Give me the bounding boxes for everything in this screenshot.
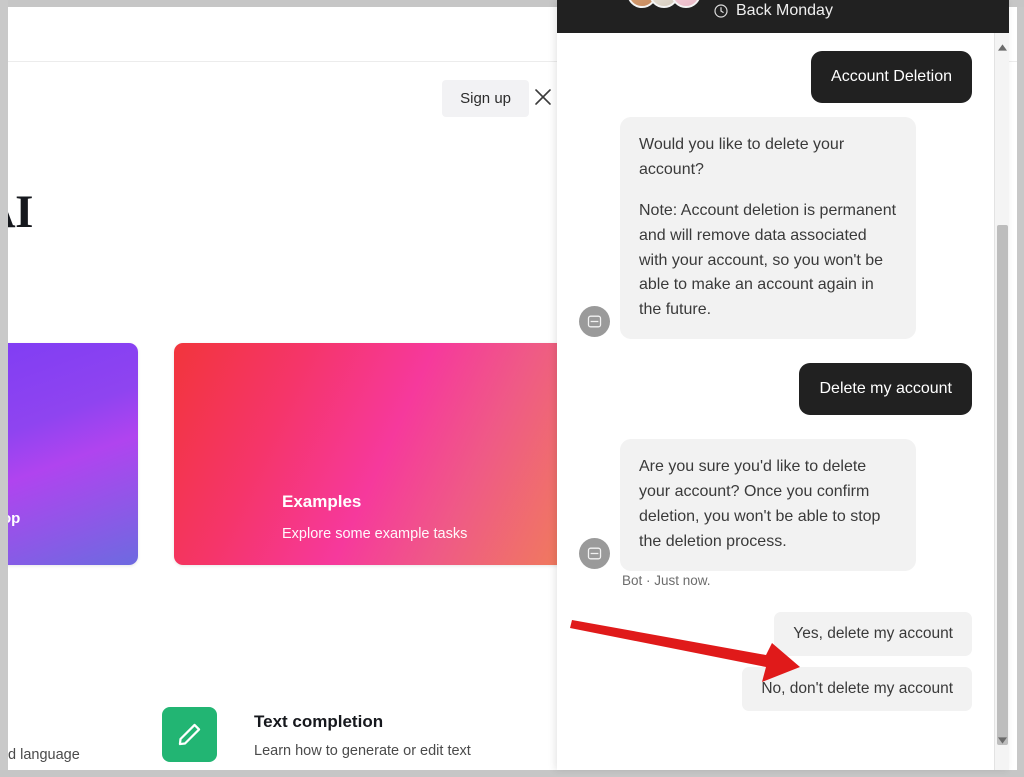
feature-card-purple[interactable]: op bbox=[8, 343, 138, 565]
chat-status-label: Back Monday bbox=[736, 2, 833, 19]
chat-scrollbar[interactable] bbox=[994, 33, 1009, 770]
message-bubble: Account Deletion bbox=[811, 51, 972, 104]
sign-up-button[interactable]: Sign up bbox=[442, 80, 529, 117]
message-meta: Bot · Just now. bbox=[622, 572, 711, 588]
chat-widget-panel: Back Monday Account Deletion Would you l… bbox=[557, 0, 1009, 770]
chat-status: Back Monday bbox=[713, 2, 833, 20]
chat-message-user: Delete my account bbox=[579, 362, 972, 416]
page-title: nAI bbox=[8, 186, 33, 238]
message-bubble: Delete my account bbox=[799, 362, 972, 416]
scroll-up-arrow-icon[interactable] bbox=[995, 39, 1009, 55]
text-completion-subtitle: Learn how to generate or edit text bbox=[254, 743, 471, 759]
chat-header: Back Monday bbox=[557, 0, 1009, 33]
bot-icon bbox=[579, 305, 610, 337]
text-completion-title: Text completion bbox=[254, 712, 384, 731]
chat-message-user: Account Deletion bbox=[579, 51, 972, 104]
window-chrome-bottom bbox=[0, 770, 1024, 777]
avatar bbox=[671, 0, 701, 8]
scrollbar-thumb[interactable] bbox=[997, 225, 1008, 745]
scroll-down-arrow-icon[interactable] bbox=[995, 732, 1009, 748]
quick-reply-yes-delete[interactable]: Yes, delete my account bbox=[774, 611, 972, 656]
close-icon[interactable] bbox=[531, 85, 555, 109]
message-paragraph: Note: Account deletion is permanent and … bbox=[639, 201, 897, 319]
window-chrome-left bbox=[0, 0, 8, 777]
feature-card-title: Examples bbox=[282, 492, 362, 511]
bot-icon bbox=[579, 537, 610, 569]
clock-icon bbox=[713, 3, 729, 19]
pencil-icon bbox=[162, 707, 217, 762]
chat-message-bot: Would you like to delete your account? N… bbox=[579, 117, 972, 339]
quick-reply-list: Yes, delete my account No, don't delete … bbox=[579, 611, 972, 711]
message-bubble: Are you sure you'd like to delete your a… bbox=[620, 439, 916, 571]
message-paragraph: Would you like to delete your account? bbox=[639, 136, 845, 179]
chat-message-bot: Are you sure you'd like to delete your a… bbox=[579, 439, 972, 571]
message-paragraph: Are you sure you'd like to delete your a… bbox=[639, 458, 881, 550]
screenshot-root: Sign up nAI op Examples Explore some exa… bbox=[0, 0, 1024, 777]
message-bubble: Would you like to delete your account? N… bbox=[620, 117, 916, 339]
lower-caption: d language bbox=[8, 747, 80, 763]
feature-card-title: op bbox=[8, 510, 21, 527]
chat-message-list: Account Deletion Would you like to delet… bbox=[557, 33, 994, 770]
quick-reply-no-delete[interactable]: No, don't delete my account bbox=[742, 666, 972, 711]
feature-card-subtitle: Explore some example tasks bbox=[282, 526, 468, 542]
